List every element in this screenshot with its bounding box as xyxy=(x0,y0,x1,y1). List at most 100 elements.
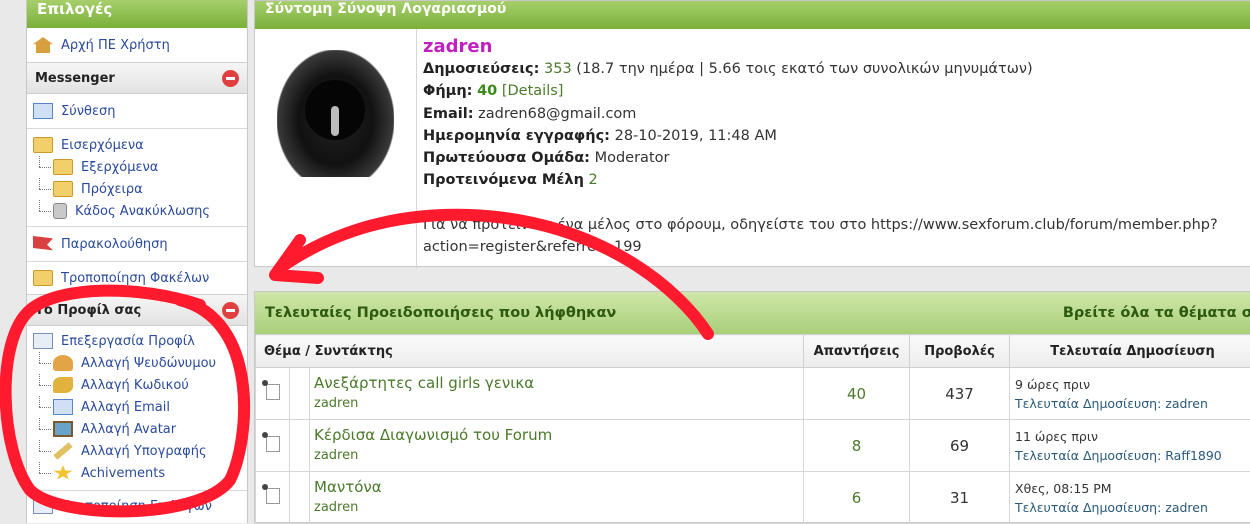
envelope-icon xyxy=(53,399,73,415)
collapse-icon[interactable] xyxy=(222,70,239,87)
email-label: Email: xyxy=(423,106,474,122)
user-avatar[interactable] xyxy=(277,50,394,177)
collapse-icon[interactable] xyxy=(222,302,239,319)
col-topic-header[interactable]: Θέμα / Συντάκτης xyxy=(256,335,804,368)
sidebar-item-change-avatar[interactable]: Αλλαγή Avatar xyxy=(27,418,247,440)
thread-status-cell xyxy=(256,420,290,472)
section-title: Το Προφίλ σας xyxy=(35,303,141,318)
sidebar-item-label: Αρχή ΠΕ Χρήστη xyxy=(61,38,170,53)
thread-replies[interactable]: 40 xyxy=(804,368,910,420)
last-post-time: Χθες, 08:15 PM xyxy=(1015,479,1250,498)
sidebar-item-edit-options[interactable]: Τροποποίηση Επιλογών xyxy=(27,491,247,521)
posts-line: Δημοσιεύσεις: 353 (18.7 την ημέρα | 5.66… xyxy=(423,58,1247,80)
sidebar-item-compose[interactable]: Σύνθεση xyxy=(27,94,247,128)
thread-last-post-cell: Χθες, 08:15 PM Τελευταία Δημοσίευση: zad… xyxy=(1010,472,1250,524)
last-post-label[interactable]: Τελευταία Δημοσίευση: xyxy=(1015,396,1161,411)
referral-text: Για να προτείνετε ένα μέλος στο φόρουμ, … xyxy=(423,214,1247,236)
username[interactable]: zadren xyxy=(423,36,1247,58)
trash-icon xyxy=(53,203,67,219)
last-post-label[interactable]: Τελευταία Δημοσίευση: xyxy=(1015,500,1161,515)
thread-status-icon xyxy=(266,436,280,452)
thread-status-cell xyxy=(256,472,290,524)
thread-title-cell: Κέρδισα Διαγωνισμό του Forum zadren xyxy=(310,420,804,472)
sidebar-item-label: Σύνθεση xyxy=(61,104,115,119)
thread-author-link[interactable]: zadren xyxy=(314,446,803,466)
sidebar-item-change-signature[interactable]: Αλλαγή Υπογραφής xyxy=(27,440,247,462)
thread-replies[interactable]: 6 xyxy=(804,472,910,524)
thread-row[interactable]: Μαντόνα zadren 6 31 Χθες, 08:15 PM Τελευ… xyxy=(256,472,1250,524)
summary-title: Σύντομη Σύνοψη Λογαριασμού xyxy=(255,1,1250,29)
last-post-label[interactable]: Τελευταία Δημοσίευση: xyxy=(1015,448,1161,463)
thread-title-cell: Μαντόνα zadren xyxy=(310,472,804,524)
sidebar-item-tracking[interactable]: Παρακολούθηση xyxy=(27,227,247,261)
sidebar-item-label: Εισερχόμενα xyxy=(61,138,144,153)
sidebar-item-label: Εξερχόμενα xyxy=(81,160,158,175)
registration-value: 28-10-2019, 11:48 AM xyxy=(615,128,777,144)
thread-replies[interactable]: 8 xyxy=(804,420,910,472)
group-label: Πρωτεύουσα Ομάδα: xyxy=(423,150,590,166)
last-post-user[interactable]: zadren xyxy=(1165,500,1208,515)
threads-panel: Τελευταίες Προειδοποιήσεις που λήφθηκαν … xyxy=(254,291,1250,523)
group-line: Πρωτεύουσα Ομάδα: Moderator xyxy=(423,147,1247,169)
thread-row[interactable]: Ανεξάρτητες call girls γενικα zadren 40 … xyxy=(256,368,1250,420)
sidebar-item-label: Τροποποίηση Επιλογών xyxy=(61,499,212,514)
reputation-label: Φήμη: xyxy=(423,83,472,99)
thread-prefix-cell xyxy=(290,472,310,524)
sidebar-item-label: Πρόχειρα xyxy=(81,182,143,197)
thread-status-cell xyxy=(256,368,290,420)
sidebar-item-inbox[interactable]: Εισερχόμενα xyxy=(27,134,247,156)
sidebar-item-label: Τροποποίηση Φακέλων xyxy=(61,271,209,286)
sidebar-item-label: Αλλαγή Ψευδώνυμου xyxy=(81,356,216,371)
thread-title-link[interactable]: Κέρδισα Διαγωνισμό του Forum xyxy=(314,426,552,444)
sidebar-item-label: Αλλαγή Υπογραφής xyxy=(81,444,207,459)
sidebar-item-achievements[interactable]: Achivements xyxy=(27,462,247,484)
messenger-section-header[interactable]: Messenger xyxy=(27,62,247,94)
sidebar-item-edit-profile[interactable]: Επεξεργασία Προφίλ xyxy=(27,330,247,352)
sidebar-item-change-password[interactable]: Αλλαγή Κωδικού xyxy=(27,374,247,396)
group-value: Moderator xyxy=(595,150,670,166)
picture-icon xyxy=(53,421,73,437)
email-line: Email: zadren68@gmail.com xyxy=(423,103,1247,125)
thread-last-post-cell: 9 ώρες πριν Τελευταία Δημοσίευση: zadren xyxy=(1010,368,1250,420)
finger-shape xyxy=(331,106,339,136)
posts-count-link[interactable]: 353 xyxy=(544,61,572,77)
thread-status-icon xyxy=(266,384,280,400)
section-title: Messenger xyxy=(35,71,115,86)
profile-section-header[interactable]: Το Προφίλ σας xyxy=(27,294,247,326)
thread-author-link[interactable]: zadren xyxy=(314,394,803,414)
col-views-header[interactable]: Προβολές xyxy=(910,335,1010,368)
col-last-header[interactable]: Τελευταία Δημοσίευση xyxy=(1010,335,1250,368)
reputation-details-link[interactable]: [Details] xyxy=(502,83,564,99)
last-post-time: 9 ώρες πριν xyxy=(1015,375,1250,394)
thread-title-link[interactable]: Ανεξάρτητες call girls γενικα xyxy=(314,374,534,392)
threads-table: Θέμα / Συντάκτης Απαντήσεις Προβολές Τελ… xyxy=(255,334,1250,524)
sidebar-item-label: Achivements xyxy=(81,466,165,481)
sidebar-item-drafts[interactable]: Πρόχειρα xyxy=(27,178,247,200)
sidebar-item-outbox[interactable]: Εξερχόμενα xyxy=(27,156,247,178)
sidebar-item-trash[interactable]: Κάδος Ανακύκλωσης xyxy=(27,200,247,222)
sidebar-item-home[interactable]: Αρχή ΠΕ Χρήστη xyxy=(27,28,247,62)
col-replies-header[interactable]: Απαντήσεις xyxy=(804,335,910,368)
last-post-user[interactable]: Raff1890 xyxy=(1165,448,1222,463)
last-post-user[interactable]: zadren xyxy=(1165,396,1208,411)
home-icon xyxy=(33,37,53,53)
find-all-link[interactable]: Βρείτε όλα τα θέματα σ xyxy=(1063,305,1250,321)
sidebar-title: Επιλογές xyxy=(27,0,247,28)
sidebar-item-edit-folders[interactable]: Τροποποίηση Φακέλων xyxy=(27,262,247,294)
referred-label: Προτεινόμενα Μέλη xyxy=(423,172,584,188)
thread-author-link[interactable]: zadren xyxy=(314,498,803,518)
folder-icon xyxy=(33,137,53,153)
sidebar-item-label: Αλλαγή Κωδικού xyxy=(81,378,189,393)
sidebar-item-change-email[interactable]: Αλλαγή Email xyxy=(27,396,247,418)
sidebar-item-change-nickname[interactable]: Αλλαγή Ψευδώνυμου xyxy=(27,352,247,374)
thread-views: 437 xyxy=(910,368,1010,420)
threads-title: Τελευταίες Προειδοποιήσεις που λήφθηκαν xyxy=(265,305,616,321)
posts-label: Δημοσιεύσεις: xyxy=(423,61,539,77)
users-icon xyxy=(53,355,73,371)
folder-edit-icon xyxy=(33,270,53,286)
registration-line: Ημερομηνία εγγραφής: 28-10-2019, 11:48 A… xyxy=(423,125,1247,147)
account-summary-panel: Σύντομη Σύνοψη Λογαριασμού zadren Δημοσι… xyxy=(254,0,1250,267)
thread-row[interactable]: Κέρδισα Διαγωνισμό του Forum zadren 8 69… xyxy=(256,420,1250,472)
referred-count-link[interactable]: 2 xyxy=(589,172,598,188)
thread-title-link[interactable]: Μαντόνα xyxy=(314,478,382,496)
